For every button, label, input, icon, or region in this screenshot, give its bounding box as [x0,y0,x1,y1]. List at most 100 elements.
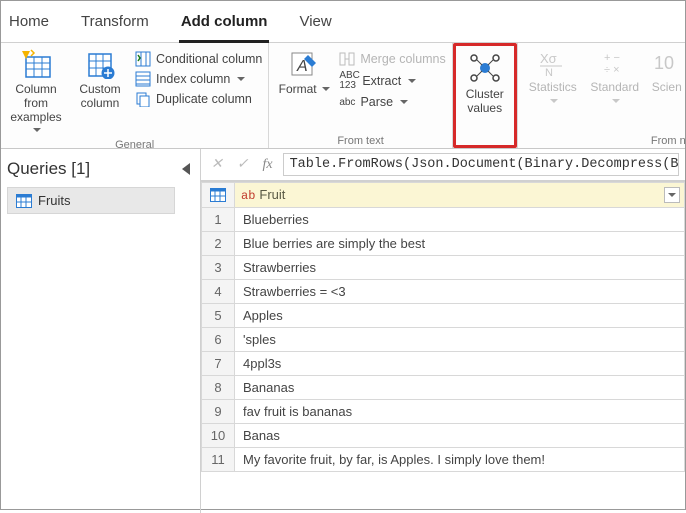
chevron-down-icon [398,95,408,109]
row-number[interactable]: 1 [202,208,235,232]
statistics-icon: Χσ N [538,49,568,77]
table-row[interactable]: 8Bananas [202,376,685,400]
apply-formula-button[interactable]: ✓ [233,156,253,173]
label-l1: Column from [7,83,65,111]
row-number[interactable]: 9 [202,400,235,424]
index-column-button[interactable]: Index column [135,71,262,87]
row-number[interactable]: 6 [202,328,235,352]
label-l2: examples [7,111,65,139]
cell-value[interactable]: Strawberries = <3 [235,280,685,304]
extract-button[interactable]: ABC123 Extract [339,71,445,91]
table-row[interactable]: 2Blue berries are simply the best [202,232,685,256]
cell-value[interactable]: Apples [235,304,685,328]
parse-icon: abc [339,97,355,108]
table-row[interactable]: 6'sples [202,328,685,352]
tab-add-column[interactable]: Add column [179,9,270,43]
svg-text:Χσ: Χσ [540,51,557,66]
fx-icon[interactable]: fx [258,157,276,173]
data-grid: abFruit 1Blueberries2Blue berries are si… [201,181,685,513]
tab-transform[interactable]: Transform [79,9,151,42]
duplicate-icon [135,91,151,107]
chevron-down-icon [235,72,245,86]
table-row[interactable]: 1Blueberries [202,208,685,232]
cluster-values-button[interactable]: Cluster values [456,46,514,122]
column-filter-button[interactable] [664,187,680,203]
scientific-button[interactable]: 10 Scien [648,45,686,95]
main-area: Queries [1] Fruits ✕ ✓ fx Table.FromRows… [1,149,685,513]
query-label: Fruits [38,193,71,208]
table-corner-button[interactable] [202,183,235,208]
examples-icon [20,49,52,79]
formula-input[interactable]: Table.FromRows(Json.Document(Binary.Deco… [283,153,679,176]
svg-text:10: 10 [654,53,674,73]
cell-value[interactable]: Strawberries [235,256,685,280]
format-button[interactable]: A Format [275,45,333,97]
cell-value[interactable]: My favorite fruit, by far, is Apples. I … [235,448,685,472]
statistics-button[interactable]: Χσ N Statistics [524,45,582,109]
ribbon-tabs: Home Transform Add column View [1,1,685,43]
duplicate-column-button[interactable]: Duplicate column [135,91,262,107]
text-type-icon: ab [241,189,255,203]
column-from-examples-button[interactable]: Column from examples [7,45,65,138]
ribbon-group-from-number: Χσ N Statistics + − ÷ × Standard 10 Scie… [517,43,686,148]
table-row[interactable]: 5Apples [202,304,685,328]
cell-value[interactable]: 4ppl3s [235,352,685,376]
collapse-pane-icon[interactable] [182,163,190,175]
ribbon-group-cluster: Cluster values [453,43,517,148]
query-item-fruits[interactable]: Fruits [7,187,175,214]
row-number[interactable]: 11 [202,448,235,472]
queries-pane: Queries [1] Fruits [1,149,201,513]
row-number[interactable]: 3 [202,256,235,280]
ribbon-group-from-text: A Format Merge columns ABC123 Extract ab… [269,43,452,148]
standard-icon: + − ÷ × [600,49,630,77]
ribbon-group-general: Column from examples Custom colum [1,43,269,148]
row-number[interactable]: 4 [202,280,235,304]
column-header-fruit[interactable]: abFruit [235,183,685,208]
cell-value[interactable]: Bananas [235,376,685,400]
tab-home[interactable]: Home [7,9,51,42]
table-row[interactable]: 11My favorite fruit, by far, is Apples. … [202,448,685,472]
svg-text:+ −: + − [604,52,620,64]
svg-text:N: N [545,67,553,77]
merge-columns-button[interactable]: Merge columns [339,51,445,67]
index-icon [135,71,151,87]
parse-button[interactable]: abc Parse [339,95,445,109]
scientific-icon: 10 [654,49,680,77]
custom-column-button[interactable]: Custom column [71,45,129,111]
cluster-icon [468,52,502,84]
extract-icon: ABC123 [339,71,357,91]
cell-value[interactable]: Blueberries [235,208,685,232]
row-number[interactable]: 7 [202,352,235,376]
group-label-from-number: From n [524,134,686,147]
row-number[interactable]: 5 [202,304,235,328]
queries-title: Queries [1] [7,159,90,179]
table-icon [16,194,32,208]
merge-icon [339,51,355,67]
row-number[interactable]: 8 [202,376,235,400]
row-number[interactable]: 2 [202,232,235,256]
cell-value[interactable]: Blue berries are simply the best [235,232,685,256]
table-row[interactable]: 9fav fruit is bananas [202,400,685,424]
row-number[interactable]: 10 [202,424,235,448]
conditional-column-button[interactable]: Conditional column [135,51,262,67]
tab-view[interactable]: View [297,9,333,42]
formula-bar: ✕ ✓ fx Table.FromRows(Json.Document(Bina… [201,149,685,181]
table-row[interactable]: 4Strawberries = <3 [202,280,685,304]
table-row[interactable]: 3Strawberries [202,256,685,280]
label-l2: column [81,97,120,111]
label-l1: Custom [79,83,120,97]
standard-button[interactable]: + − ÷ × Standard [588,45,642,109]
cell-value[interactable]: Banas [235,424,685,448]
custom-column-icon [84,49,116,79]
chevron-down-icon [406,74,416,88]
table-icon [210,188,226,202]
conditional-icon [135,51,151,67]
content-area: ✕ ✓ fx Table.FromRows(Json.Document(Bina… [201,149,685,513]
cell-value[interactable]: fav fruit is bananas [235,400,685,424]
table-row[interactable]: 74ppl3s [202,352,685,376]
svg-text:÷ ×: ÷ × [604,64,620,76]
cancel-formula-button[interactable]: ✕ [207,156,227,173]
table-row[interactable]: 10Banas [202,424,685,448]
ribbon: Column from examples Custom colum [1,43,685,149]
cell-value[interactable]: 'sples [235,328,685,352]
